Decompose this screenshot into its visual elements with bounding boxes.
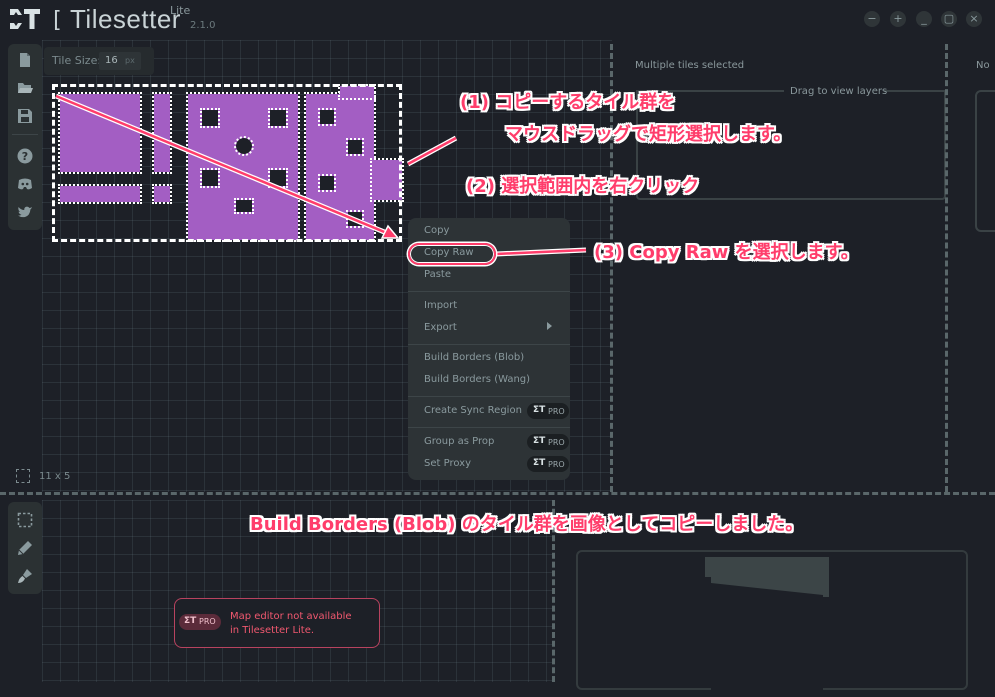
close-button[interactable]: × (966, 11, 982, 27)
panel-divider-vertical[interactable] (945, 44, 948, 492)
layer-box-border (884, 90, 946, 92)
pro-badge-label: PRO (548, 460, 565, 469)
toolbar-separator (12, 134, 38, 135)
selection-size-icon (16, 469, 30, 483)
brush-icon[interactable] (17, 568, 33, 584)
pro-feature-message: Map editor not available in Tilesetter L… (230, 611, 352, 636)
menu-item-copy[interactable]: Copy (424, 225, 449, 236)
properties-label: No (976, 60, 990, 71)
zoom-in-button[interactable]: + (890, 11, 906, 27)
app-version: 2.1.0 (190, 20, 216, 31)
menu-separator (408, 344, 570, 345)
drag-hint: Drag to view layers (790, 86, 888, 97)
title-bar: [ Tilesetter Lite 2.1.0 − + _ ▢ × (0, 0, 995, 38)
menu-item-import[interactable]: Import (424, 300, 457, 311)
selection-size-label: 11 x 5 (39, 471, 71, 482)
map-toolbar (8, 502, 42, 594)
tilesetter-logo-icon: ΣT (533, 458, 546, 468)
annotation-step1-line2: マウスドラッグで矩形選択します。 (505, 124, 792, 145)
pro-badge-label: PRO (548, 438, 565, 447)
tile-size-value: 16 (105, 55, 118, 66)
selection-status: Multiple tiles selected (635, 60, 745, 71)
app-title: Tilesetter (70, 4, 181, 34)
app-edition: Lite (170, 4, 191, 17)
preview-image (705, 557, 829, 697)
discord-icon[interactable] (17, 176, 33, 192)
annotation-step2: (2) 選択範囲内を右クリック (466, 176, 700, 197)
save-icon[interactable] (17, 108, 33, 124)
menu-item-set-proxy[interactable]: Set Proxy (424, 458, 471, 469)
menu-item-build-borders-wang[interactable]: Build Borders (Wang) (424, 374, 530, 385)
copy-raw-highlight (408, 243, 496, 265)
menu-separator (408, 396, 570, 397)
menu-item-create-sync-region[interactable]: Create Sync Region (424, 405, 522, 416)
pro-badge-label: PRO (199, 617, 216, 626)
selection-rectangle[interactable] (52, 84, 402, 242)
tilesetter-logo-icon (10, 9, 40, 29)
twitter-icon[interactable] (17, 204, 33, 220)
menu-separator (408, 291, 570, 292)
pencil-icon[interactable] (17, 540, 33, 556)
svg-text:?: ? (22, 150, 28, 163)
annotation-step1-line1: (1) コピーするタイル群を (460, 92, 676, 113)
menu-separator (408, 427, 570, 428)
select-icon[interactable] (17, 512, 33, 528)
panel-divider-horizontal[interactable] (0, 492, 995, 495)
help-icon[interactable]: ? (17, 148, 33, 164)
open-folder-icon[interactable] (17, 80, 33, 96)
tile-size-unit: px (125, 56, 135, 65)
tilesetter-logo-icon: ΣT (184, 616, 197, 626)
annotation-result: Build Borders (Blob) のタイル群を画像としてコピーしました。 (250, 514, 804, 535)
tilesetter-logo-icon: ΣT (533, 436, 546, 446)
menu-item-paste[interactable]: Paste (424, 269, 451, 280)
menu-item-group-as-prop[interactable]: Group as Prop (424, 436, 494, 447)
title-bracket: [ (50, 8, 64, 33)
pro-badge-label: PRO (548, 407, 565, 416)
left-toolbar: ? (8, 44, 42, 230)
menu-item-export[interactable]: Export (424, 322, 457, 333)
tilesetter-logo-icon: ΣT (533, 405, 546, 415)
menu-item-build-borders-blob[interactable]: Build Borders (Blob) (424, 352, 524, 363)
annotation-step3: (3) Copy Raw を選択します。 (594, 242, 859, 263)
zoom-out-button[interactable]: − (864, 11, 880, 27)
minimize-button[interactable]: _ (916, 11, 932, 27)
properties-box (975, 90, 995, 232)
new-file-icon[interactable] (17, 52, 33, 68)
tile-size-label: Tile Size: (52, 54, 102, 67)
maximize-button[interactable]: ▢ (941, 11, 957, 27)
submenu-arrow-icon (547, 322, 552, 330)
